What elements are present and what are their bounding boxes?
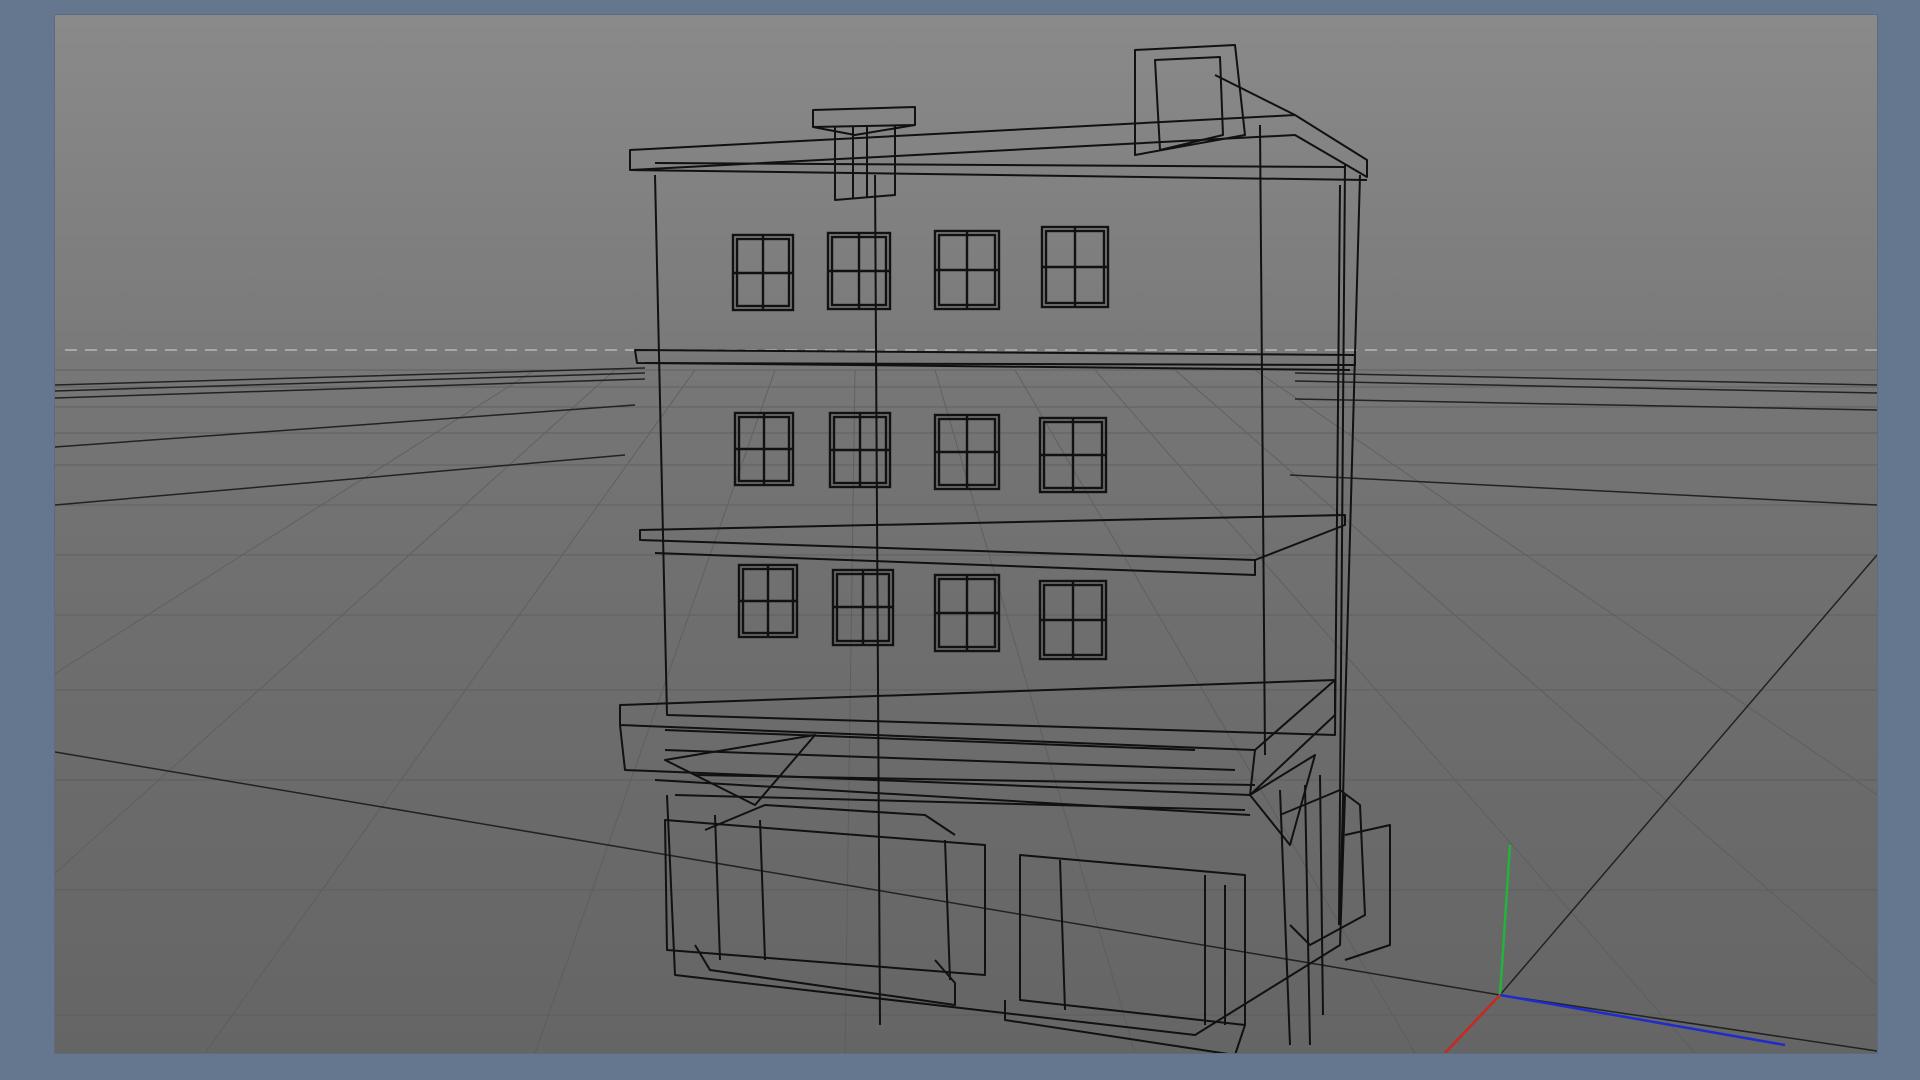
- axis-gizmo: [1444, 844, 1786, 1053]
- viewport-canvas[interactable]: [55, 15, 1877, 1053]
- windows-row-3: [737, 563, 1108, 661]
- windows-row-2: [733, 411, 1108, 494]
- building-wireframe[interactable]: [619, 44, 1391, 1053]
- axis-x-line: [1499, 993, 1786, 1047]
- axis-y-line: [1498, 844, 1512, 996]
- 3d-viewport[interactable]: [55, 15, 1877, 1053]
- axis-z-line: [1444, 994, 1501, 1053]
- windows-row-1: [731, 225, 1110, 312]
- app-window: [0, 0, 1920, 1080]
